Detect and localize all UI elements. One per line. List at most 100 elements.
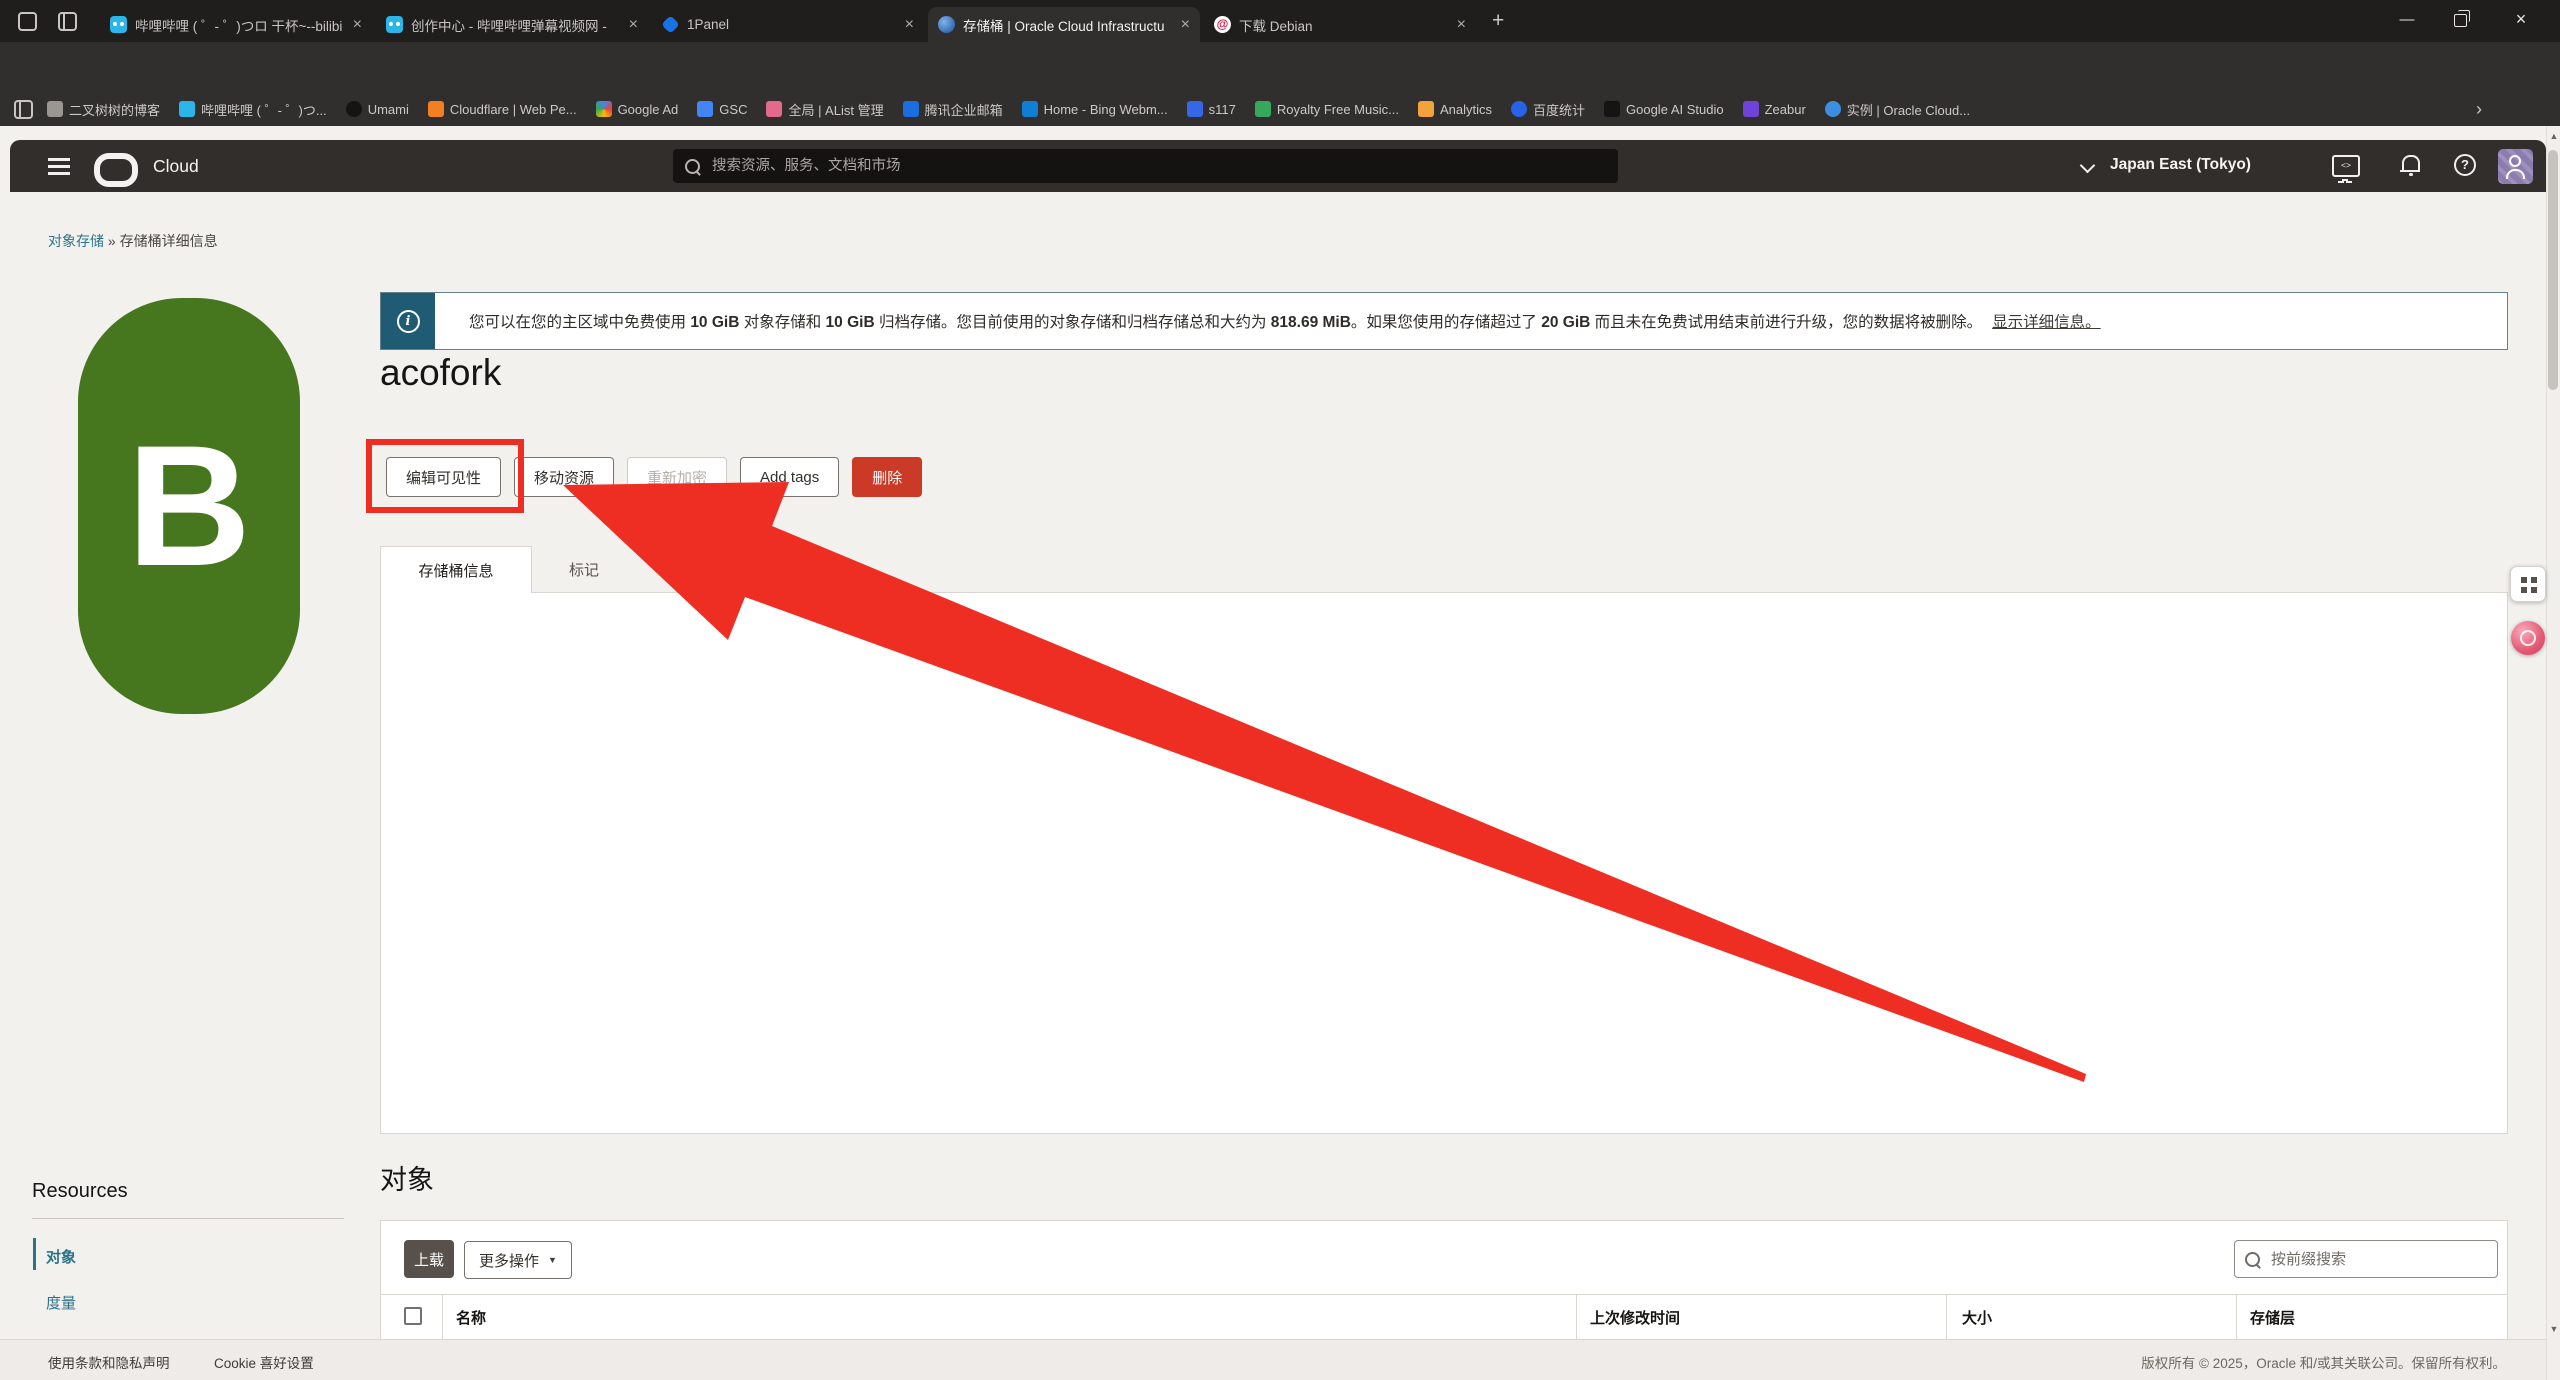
more-actions-button[interactable]: 更多操作 ▼ bbox=[464, 1241, 572, 1279]
bookmark-item[interactable]: Royalty Free Music... bbox=[1255, 101, 1399, 117]
prefix-search-input[interactable] bbox=[2269, 1250, 2487, 1269]
resources-panel: Resources bbox=[32, 1180, 128, 1203]
window-close-button[interactable]: × bbox=[2506, 9, 2536, 30]
bookmark-item[interactable]: Cloudflare | Web Pe... bbox=[428, 101, 577, 117]
1panel-favicon bbox=[661, 15, 679, 33]
sidebar-toggle-icon[interactable] bbox=[14, 100, 33, 119]
tab-title: 下载 Debian bbox=[1239, 15, 1449, 35]
bookmark-item[interactable]: Analytics bbox=[1418, 101, 1492, 117]
browser-tab-debian[interactable]: @ 下载 Debian × bbox=[1204, 7, 1476, 42]
bookmark-item[interactable]: 实例 | Oracle Cloud... bbox=[1825, 100, 1970, 119]
add-tags-button[interactable]: Add tags bbox=[740, 457, 839, 497]
banner-icon-block: i bbox=[381, 293, 435, 349]
bookmark-favicon bbox=[596, 101, 612, 117]
help-icon[interactable]: ? bbox=[2454, 154, 2476, 176]
bucket-title: acofork bbox=[380, 352, 501, 394]
bookmark-item[interactable]: Home - Bing Webm... bbox=[1022, 101, 1168, 117]
vertical-tabs-icon[interactable] bbox=[58, 12, 77, 31]
browser-tab-bilibili[interactable]: 哔哩哔哩 ( ゜- ゜)つロ 干杯~--bilibi × bbox=[100, 7, 372, 42]
bookmark-item[interactable]: Google AI Studio bbox=[1604, 101, 1724, 117]
column-divider bbox=[1576, 1294, 1577, 1339]
bucket-actions: 编辑可见性 移动资源 重新加密 Add tags 删除 bbox=[386, 457, 922, 497]
tab-close-icon[interactable]: × bbox=[905, 16, 914, 34]
column-header-size: 大小 bbox=[1962, 1307, 1992, 1328]
reencrypt-button[interactable]: 重新加密 bbox=[627, 457, 727, 497]
select-all-checkbox[interactable] bbox=[404, 1307, 422, 1325]
window-minimize-button[interactable]: — bbox=[2392, 11, 2422, 28]
tab-close-icon[interactable]: × bbox=[1181, 16, 1190, 34]
scrollbar-thumb[interactable] bbox=[2548, 150, 2558, 390]
bookmark-item[interactable]: 百度统计 bbox=[1511, 100, 1585, 119]
prefix-search[interactable] bbox=[2234, 1240, 2498, 1278]
tab-close-icon[interactable]: × bbox=[353, 16, 362, 34]
cookie-preferences-link[interactable]: Cookie 喜好设置 bbox=[214, 1352, 314, 1372]
bucket-details-card bbox=[380, 592, 2508, 1134]
tab-activities-icon[interactable] bbox=[18, 12, 37, 31]
tab-title: 创作中心 - 哔哩哔哩弹幕视频网 - bbox=[411, 15, 621, 35]
profile-avatar[interactable] bbox=[2498, 149, 2533, 184]
breadcrumb-separator: » bbox=[108, 233, 116, 249]
sidebar-item-objects[interactable]: 对象 bbox=[46, 1246, 76, 1267]
breadcrumb: 对象存储 » 存储桶详细信息 bbox=[48, 231, 218, 251]
browser-tab-oracle-active[interactable]: 存储桶 | Oracle Cloud Infrastructu × bbox=[928, 7, 1200, 42]
free-tier-banner: i 您可以在您的主区域中免费使用 10 GiB 对象存储和 10 GiB 归档存… bbox=[380, 292, 2508, 350]
browser-tab-1panel[interactable]: 1Panel × bbox=[652, 7, 924, 42]
bookmarks-overflow-icon[interactable]: › bbox=[2476, 99, 2482, 120]
upload-button[interactable]: 上载 bbox=[404, 1240, 454, 1278]
browser-tab-bilibili-creator[interactable]: 创作中心 - 哔哩哔哩弹幕视频网 - × bbox=[376, 7, 648, 42]
bookmark-label: 腾讯企业邮箱 bbox=[925, 100, 1003, 119]
terms-link[interactable]: 使用条款和隐私声明 bbox=[48, 1352, 170, 1372]
bilibili-favicon bbox=[110, 16, 127, 33]
caret-down-icon: ▼ bbox=[548, 1255, 557, 1265]
bookmark-item[interactable]: 全局 | AList 管理 bbox=[766, 100, 883, 119]
new-tab-button[interactable]: + bbox=[1492, 9, 1504, 33]
bookmark-item[interactable]: GSC bbox=[697, 101, 747, 117]
person-icon bbox=[2498, 149, 2533, 184]
bookmark-item[interactable]: 腾讯企业邮箱 bbox=[903, 100, 1003, 119]
objects-section-title: 对象 bbox=[380, 1158, 434, 1197]
bookmark-label: 全局 | AList 管理 bbox=[788, 100, 883, 119]
tab-close-icon[interactable]: × bbox=[1457, 16, 1466, 34]
bookmark-label: 实例 | Oracle Cloud... bbox=[1847, 100, 1970, 119]
bookmark-label: Zeabur bbox=[1765, 102, 1806, 117]
oci-header: Cloud Japan East (Tokyo) <> ? bbox=[10, 140, 2546, 192]
breadcrumb-object-storage[interactable]: 对象存储 bbox=[48, 233, 104, 249]
move-resource-button[interactable]: 移动资源 bbox=[514, 457, 614, 497]
show-details-link[interactable]: 显示详细信息。 bbox=[1992, 314, 2101, 331]
scroll-down-arrow[interactable]: ▼ bbox=[2547, 1324, 2560, 1334]
window-restore-button[interactable] bbox=[2454, 14, 2467, 27]
notifications-bell-icon[interactable] bbox=[2402, 155, 2420, 170]
console-search-input[interactable] bbox=[710, 157, 1606, 175]
bookmark-label: 百度统计 bbox=[1533, 100, 1585, 119]
tab-bucket-info[interactable]: 存储桶信息 bbox=[380, 546, 532, 593]
banner-text: 您可以在您的主区域中免费使用 10 GiB 对象存储和 10 GiB 归档存储。… bbox=[469, 293, 2487, 349]
info-icon: i bbox=[397, 310, 420, 333]
delete-button[interactable]: 删除 bbox=[852, 457, 922, 497]
bookmark-item[interactable]: Google Ad bbox=[596, 101, 679, 117]
sidebar-item-metrics[interactable]: 度量 bbox=[46, 1292, 76, 1313]
bookmark-favicon bbox=[1743, 101, 1759, 117]
console-search[interactable] bbox=[673, 149, 1618, 183]
region-chevron-down-icon[interactable] bbox=[2080, 158, 2096, 174]
scroll-up-arrow[interactable]: ▲ bbox=[2547, 131, 2560, 141]
tab-close-icon[interactable]: × bbox=[629, 16, 638, 34]
bookmark-label: Google AI Studio bbox=[1626, 102, 1724, 117]
tab-tags[interactable]: 标记 bbox=[534, 546, 634, 593]
oracle-logo[interactable] bbox=[94, 153, 138, 187]
bookmark-item[interactable]: 哔哩哔哩 ( ゜- ゜)つ... bbox=[179, 100, 327, 119]
floating-grid-widget[interactable] bbox=[2510, 566, 2546, 602]
breadcrumb-current: 存储桶详细信息 bbox=[120, 233, 218, 249]
cloud-shell-icon[interactable]: <> bbox=[2332, 155, 2360, 177]
column-divider bbox=[442, 1294, 443, 1339]
hamburger-menu-icon[interactable] bbox=[48, 158, 70, 161]
bucket-avatar: B bbox=[78, 298, 300, 714]
tab-title: 1Panel bbox=[687, 17, 897, 32]
floating-pink-widget[interactable] bbox=[2511, 621, 2545, 655]
edit-visibility-button[interactable]: 编辑可见性 bbox=[386, 457, 501, 497]
bookmark-item[interactable]: Umami bbox=[346, 101, 409, 117]
bookmark-item[interactable]: Zeabur bbox=[1743, 101, 1806, 117]
bookmark-item[interactable]: s117 bbox=[1187, 101, 1236, 117]
objects-table-header bbox=[381, 1294, 2507, 1340]
region-selector[interactable]: Japan East (Tokyo) bbox=[2110, 156, 2251, 174]
bookmark-item[interactable]: 二叉树树的博客 bbox=[47, 100, 160, 119]
